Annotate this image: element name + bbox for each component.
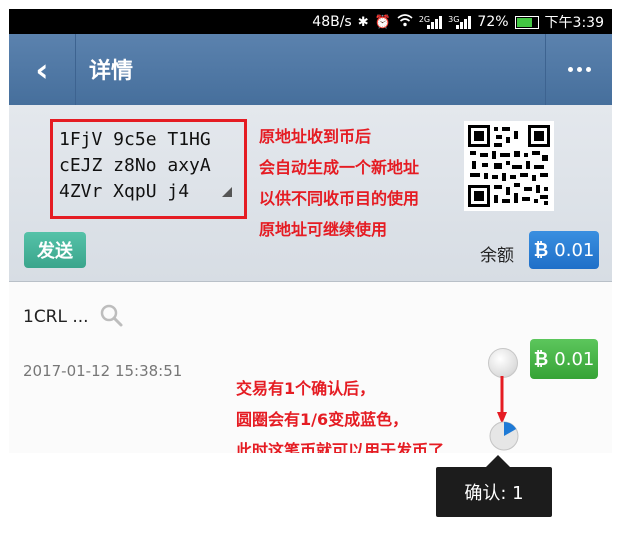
send-button[interactable]: 发送 [24, 232, 86, 268]
signal-2g-icon: 2G [418, 14, 443, 29]
battery-percent: 72% [477, 14, 509, 30]
balance-label: 余额 [480, 246, 514, 266]
page-title: 详情 [89, 59, 134, 84]
arrow-down-icon [497, 376, 507, 424]
annotation-line: 以供不同收币目的使用 [259, 189, 420, 208]
alarm-icon: ⏰ [374, 14, 391, 30]
annotation-top: 原地址收到币后 会自动生成一个新地址 以供不同收币目的使用 原地址可继续使用 [259, 121, 419, 245]
transaction-amount: 0.01 [554, 348, 595, 370]
search-icon[interactable] [99, 303, 125, 329]
signal-3g-icon: 3G [448, 14, 472, 29]
confirmation-tooltip: 确认: 1 [436, 467, 552, 517]
network-speed: 48B/s [312, 14, 352, 30]
transaction-address[interactable]: 1CRL ... [23, 307, 89, 327]
annotation-line: 原地址可继续使用 [259, 220, 388, 239]
bitcoin-icon: ₿ [533, 239, 549, 261]
back-button[interactable]: ‹ [9, 34, 76, 105]
network-3g-label: 3G [448, 14, 460, 24]
action-bar: ‹ 详情 [9, 34, 612, 105]
transaction-amount-button[interactable]: ₿ 0.01 [530, 339, 598, 379]
app-screen: 48B/s ✱ ⏰ 2G 3G 72% 下午3:39 ‹ 详情 1FjV 9c5… [9, 9, 612, 453]
bitcoin-icon: ₿ [533, 348, 549, 370]
network-2g-label: 2G [418, 14, 431, 24]
more-options-button[interactable] [545, 34, 612, 105]
annotation-bottom: 交易有1个确认后， 圆圈会有1/6变成蓝色， 此时这笔币就可以用于发币了 [236, 373, 444, 453]
balance-button[interactable]: ₿ 0.01 [529, 231, 599, 269]
back-arrow-icon: ‹ [35, 50, 49, 89]
qr-code[interactable] [464, 121, 554, 211]
annotation-line: 圆圈会有1/6变成蓝色， [236, 410, 409, 429]
clock: 下午3:39 [544, 15, 604, 31]
status-bar: 48B/s ✱ ⏰ 2G 3G 72% 下午3:39 [9, 9, 612, 34]
tooltip-pointer [486, 455, 510, 467]
confirmation-progress-icon[interactable] [488, 420, 520, 452]
annotation-line: 此时这笔币就可以用于发币了 [236, 441, 445, 453]
balance-value: 0.01 [554, 239, 595, 261]
more-icon [567, 67, 591, 72]
annotation-line: 原地址收到币后 [259, 127, 372, 146]
wifi-icon [397, 13, 413, 31]
unconfirmed-circle-icon [488, 348, 518, 378]
battery-icon [514, 15, 539, 29]
address-panel: 1FjV 9c5e T1HG cEJZ z8No axyA 4ZVr XqpU … [9, 105, 612, 282]
annotation-line: 交易有1个确认后， [236, 379, 376, 398]
transaction-date: 2017-01-12 15:38:51 [23, 362, 183, 380]
annotation-line: 会自动生成一个新地址 [259, 158, 420, 177]
highlight-box [50, 119, 247, 219]
bluetooth-icon: ✱ [357, 14, 369, 30]
